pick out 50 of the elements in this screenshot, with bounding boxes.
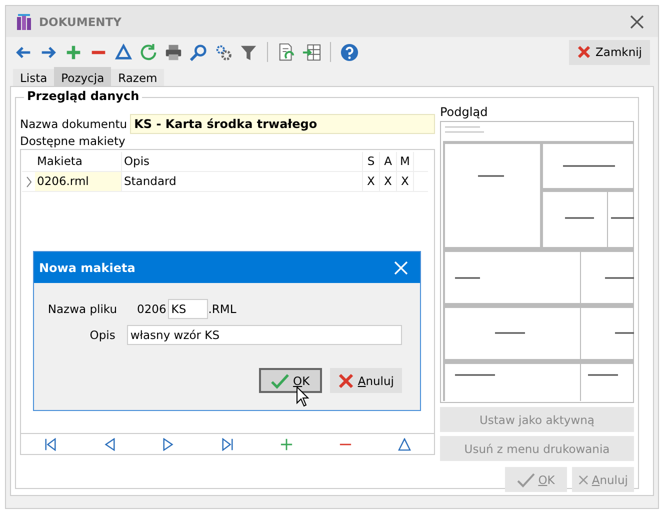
dialog-title: Nowa makieta xyxy=(39,260,136,274)
table-cell[interactable]: Standard xyxy=(122,172,363,191)
file-name-field[interactable]: KS xyxy=(168,299,208,319)
printer-icon[interactable] xyxy=(164,42,183,62)
import-table-icon[interactable] xyxy=(302,42,321,62)
column-header: A xyxy=(380,152,397,171)
file-prefix: 0206 xyxy=(137,302,166,316)
file-extension: .RML xyxy=(208,302,236,316)
close-button[interactable]: Zamknij xyxy=(568,40,650,64)
cancel-button[interactable]: Anuluj xyxy=(330,368,402,393)
refresh-icon[interactable] xyxy=(139,42,158,62)
column-header: M xyxy=(397,152,414,171)
field-label: Opis xyxy=(88,328,116,342)
group-title: Przegląd danych xyxy=(24,89,142,103)
table-cell[interactable]: X xyxy=(397,172,414,191)
window-title: DOKUMENTY xyxy=(39,14,122,28)
help-icon[interactable] xyxy=(340,42,359,62)
document-name-field[interactable]: KS - Karta środka trwałego xyxy=(130,114,435,134)
search-icon[interactable] xyxy=(189,42,208,62)
tab[interactable]: Lista xyxy=(13,69,54,86)
table-cell[interactable]: X xyxy=(363,172,380,191)
section-label: Dostępne makiety xyxy=(20,134,126,148)
checkmark-icon xyxy=(271,372,290,388)
last-record-icon[interactable] xyxy=(221,438,234,450)
cross-icon xyxy=(338,372,354,388)
checkmark-icon xyxy=(517,472,536,488)
close-icon xyxy=(576,45,591,59)
close-icon[interactable] xyxy=(630,14,644,28)
document-refresh-icon[interactable] xyxy=(277,42,296,62)
field-label: Nazwa dokumentu xyxy=(20,117,128,131)
column-header: S xyxy=(363,152,380,171)
table-cell[interactable]: 0206.rml xyxy=(35,172,122,191)
gears-icon[interactable] xyxy=(214,42,233,62)
plus-icon[interactable] xyxy=(280,438,293,450)
tab[interactable]: Razem xyxy=(111,69,164,86)
preview-label: Podgląd xyxy=(440,105,489,119)
triangle-icon[interactable] xyxy=(114,42,133,62)
next-record-icon[interactable] xyxy=(162,438,175,450)
books-icon xyxy=(16,14,34,30)
field-label: Nazwa pliku xyxy=(46,302,117,316)
tab[interactable]: Pozycja xyxy=(54,67,112,86)
triangle-icon[interactable] xyxy=(398,438,411,450)
cursor-icon xyxy=(296,386,310,408)
previous-record-icon[interactable] xyxy=(103,438,116,450)
first-record-icon[interactable] xyxy=(44,438,57,450)
column-header: Opis xyxy=(122,152,363,171)
table-cell[interactable]: X xyxy=(380,172,397,191)
description-field[interactable]: własny wzór KS xyxy=(127,325,402,345)
ok-button[interactable]: OK xyxy=(258,368,322,393)
column-header: Makieta xyxy=(35,152,122,171)
